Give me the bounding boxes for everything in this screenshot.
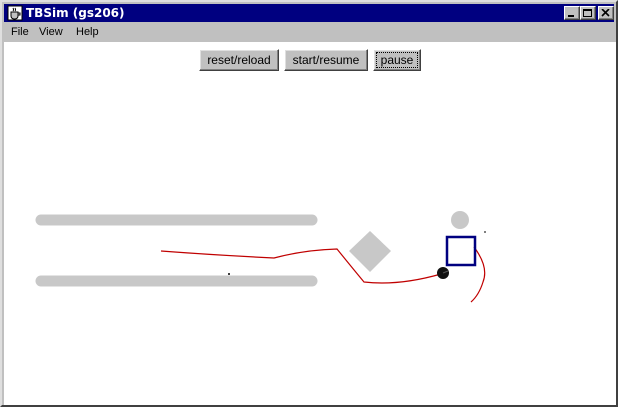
minimize-icon: [568, 15, 574, 17]
menu-bar: File View Help: [4, 23, 614, 41]
target-square: [445, 235, 477, 267]
title-bar[interactable]: TBSim (gs206): [4, 4, 614, 22]
menu-view[interactable]: View: [39, 26, 63, 39]
close-icon: [601, 9, 610, 17]
round-obstacle: [451, 211, 469, 229]
app-window: TBSim (gs206) File View Help reset/reloa…: [0, 0, 618, 407]
window-title: TBSim (gs206): [26, 6, 125, 20]
menu-file[interactable]: File: [11, 26, 29, 39]
java-cup-icon: [7, 5, 23, 21]
diamond-obstacle: [349, 231, 391, 272]
minimize-button[interactable]: [564, 6, 580, 20]
target-trail: [470, 246, 486, 303]
marker-dot: [228, 273, 230, 275]
close-button[interactable]: [598, 6, 614, 20]
simulation-canvas[interactable]: reset/reload start/resume pause: [4, 42, 616, 405]
menu-help[interactable]: Help: [76, 26, 99, 39]
maximize-button[interactable]: [580, 6, 596, 20]
maximize-icon: [583, 9, 592, 17]
simulation-scene: [35, 211, 486, 303]
